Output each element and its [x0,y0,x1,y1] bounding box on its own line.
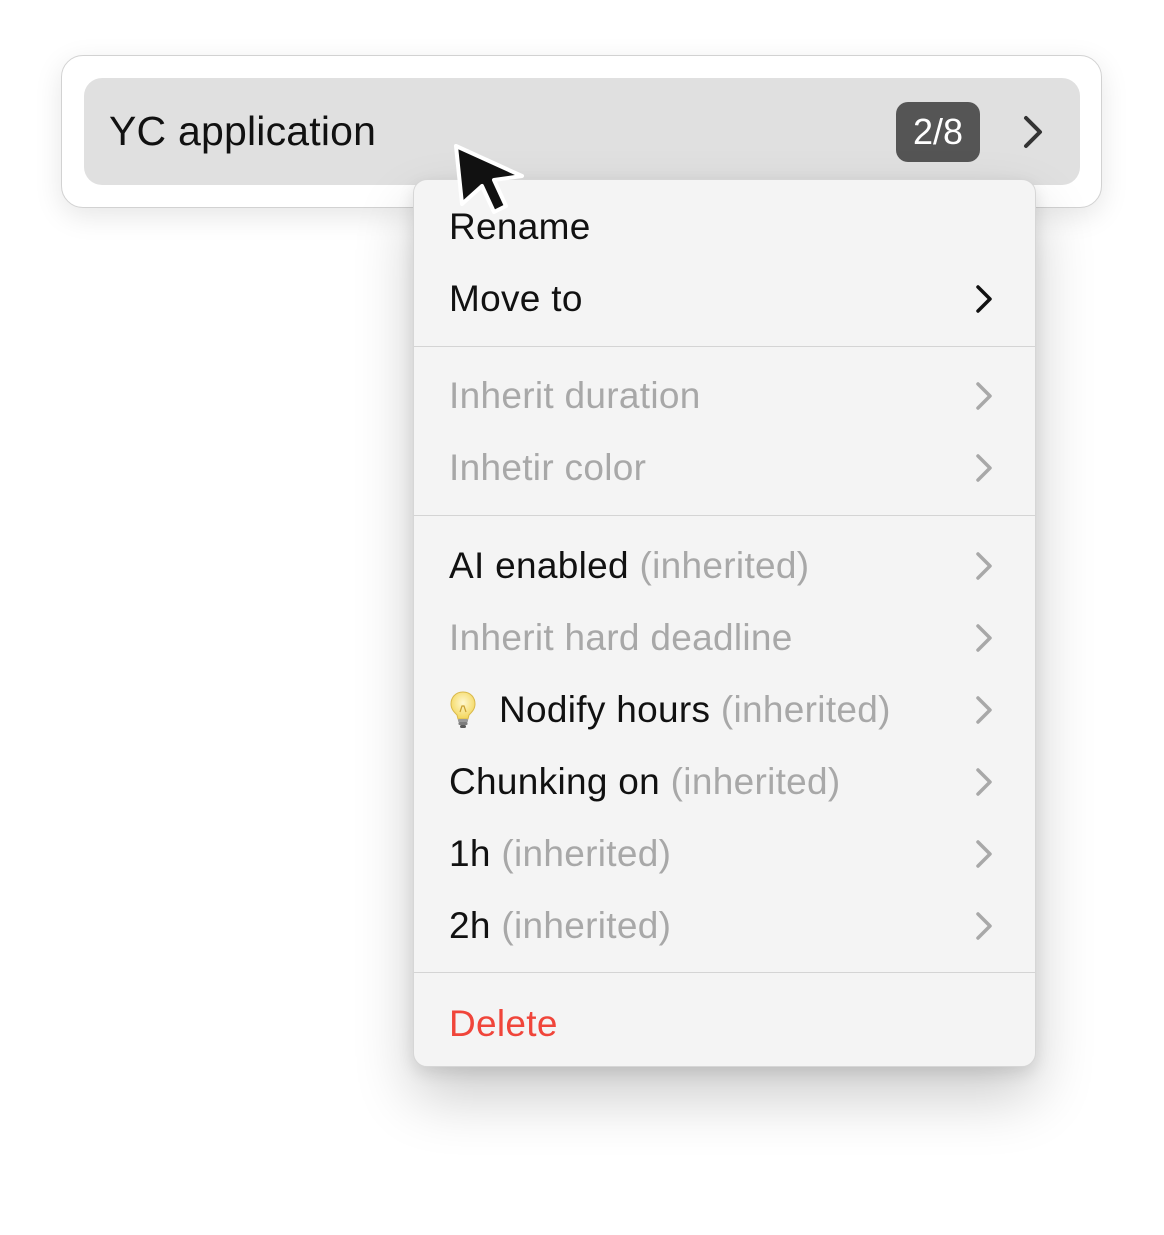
menu-divider [414,972,1035,973]
menu-item-text: 1h [449,833,491,874]
chevron-right-icon [975,381,993,411]
menu-divider [414,515,1035,516]
menu-item-label: Move to [449,278,583,319]
menu-item-text: Nodify hours [499,689,711,730]
menu-item-move-to[interactable]: Move to [414,263,1035,335]
lightbulb-icon [449,690,499,730]
chevron-right-icon [975,623,993,653]
inherited-suffix: (inherited) [501,905,672,946]
progress-badge: 2/8 [896,101,980,162]
menu-item-label: Inherit hard deadline [449,617,793,658]
menu-item-label: Delete [449,1003,558,1044]
chevron-right-icon [975,839,993,869]
menu-item-inherit-duration[interactable]: Inherit duration [414,360,1035,432]
menu-item-label: 1h (inherited) [449,833,975,875]
menu-item-delete[interactable]: Delete [414,988,1035,1060]
menu-item-label: Nodify hours (inherited) [499,689,975,731]
menu-item-1h[interactable]: 1h (inherited) [414,818,1035,890]
menu-item-ai-enabled[interactable]: AI enabled (inherited) [414,530,1035,602]
menu-item-label: 2h (inherited) [449,905,975,947]
menu-item-label: AI enabled (inherited) [449,545,975,587]
stage: YC application 2/8 Rename Move to Inheri… [0,0,1164,1235]
chevron-right-icon [975,695,993,725]
chevron-right-icon [975,551,993,581]
menu-item-text: AI enabled [449,545,629,586]
menu-item-label: Rename [449,206,591,247]
chevron-right-icon[interactable] [1020,114,1046,150]
menu-item-text: Chunking on [449,761,661,802]
menu-item-nodify-hours[interactable]: Nodify hours (inherited) [414,674,1035,746]
menu-item-label: Chunking on (inherited) [449,761,975,803]
inherited-suffix: (inherited) [720,689,891,730]
inherited-suffix: (inherited) [501,833,672,874]
menu-item-label: Inhetir color [449,447,647,488]
chevron-right-icon [975,284,993,314]
chevron-right-icon [975,767,993,797]
menu-item-inherit-hard-deadline[interactable]: Inherit hard deadline [414,602,1035,674]
chevron-right-icon [975,453,993,483]
menu-item-text: 2h [449,905,491,946]
inherited-suffix: (inherited) [670,761,841,802]
menu-item-label: Inherit duration [449,375,701,416]
menu-divider [414,346,1035,347]
menu-item-inherit-color[interactable]: Inhetir color [414,432,1035,504]
inherited-suffix: (inherited) [639,545,810,586]
context-menu: Rename Move to Inherit duration Inhetir … [413,179,1036,1067]
project-row[interactable]: YC application 2/8 [84,78,1080,185]
menu-item-chunking-on[interactable]: Chunking on (inherited) [414,746,1035,818]
mouse-pointer-icon [454,144,524,214]
chevron-right-icon [975,911,993,941]
menu-item-2h[interactable]: 2h (inherited) [414,890,1035,962]
